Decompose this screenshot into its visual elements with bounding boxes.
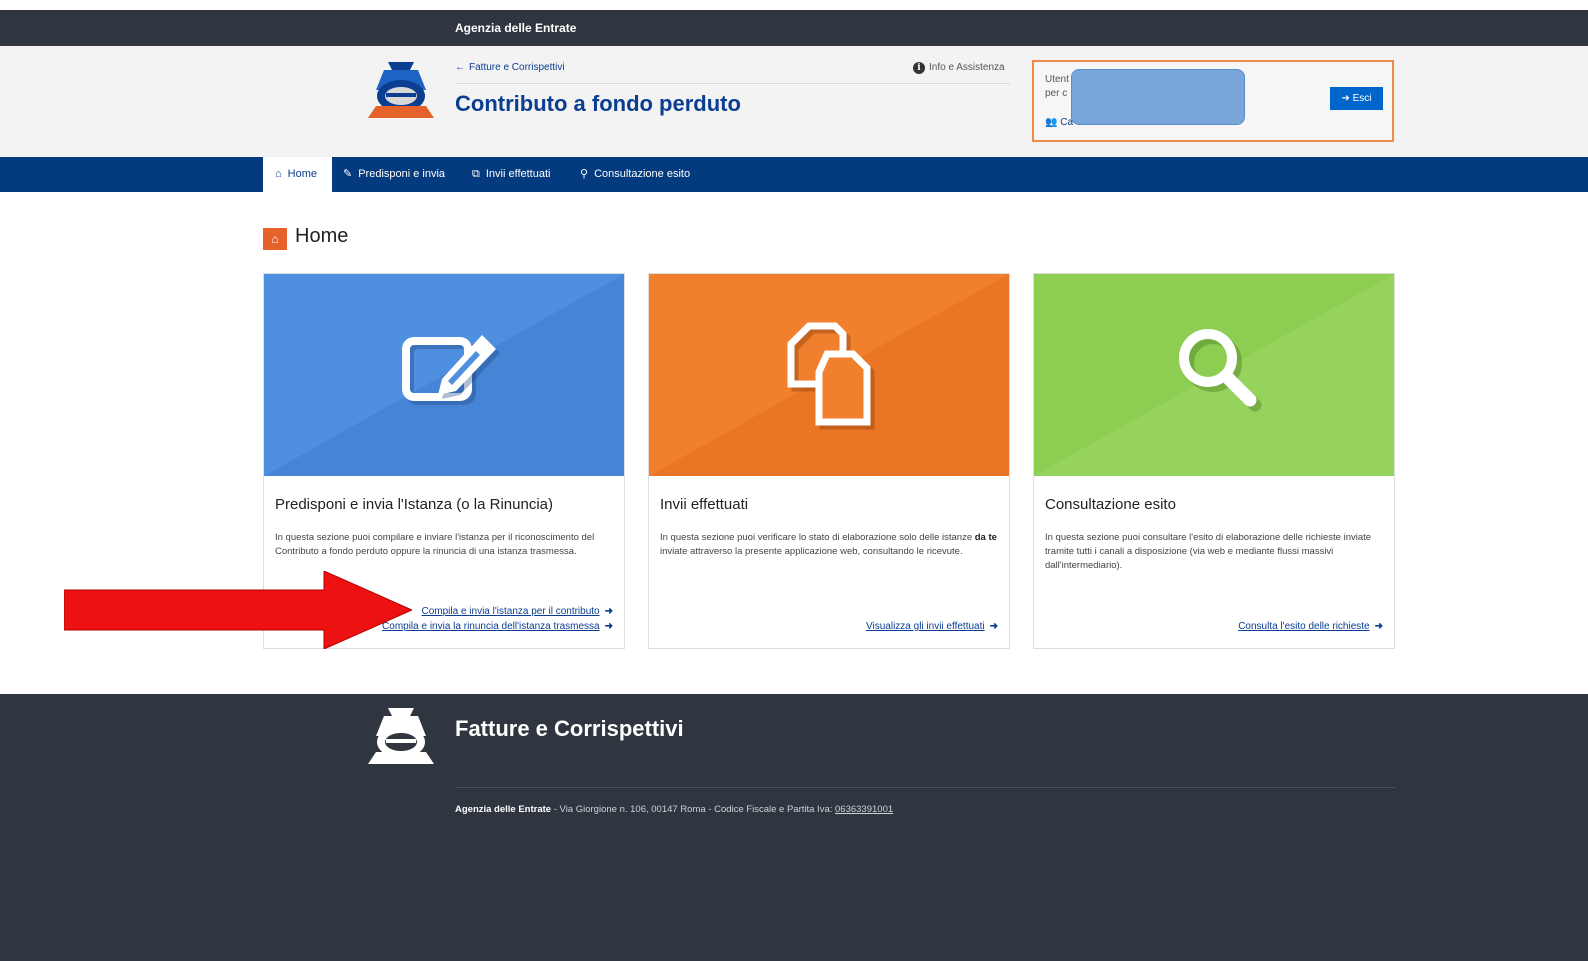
info-icon: i [913, 62, 925, 74]
card-title: Consultazione esito [1045, 496, 1176, 513]
arrow-right-icon: ➜ [604, 606, 613, 617]
edit-icon: ✎ [343, 168, 353, 180]
back-link-fatture[interactable]: ← Fatture e Corrispettivi [455, 62, 565, 73]
link-compila-istanza[interactable]: Compila e invia l'istanza per il contrib… [422, 606, 614, 617]
footer-divider [455, 787, 1395, 788]
card-description: In questa sezione puoi compilare e invia… [275, 532, 595, 557]
card-description: In questa sezione puoi verificare lo sta… [660, 532, 997, 557]
card-title: Invii effettuati [660, 496, 749, 513]
link-compila-rinuncia[interactable]: Compila e invia la rinuncia dell'istanza… [382, 621, 613, 632]
header: ← Fatture e Corrispettivi Contributo a fo… [0, 46, 1588, 157]
card-invii: Invii effettuati In questa sezione puoi … [648, 273, 1010, 649]
agency-name: Agenzia delle Entrate [455, 21, 577, 35]
red-arrow-annotation [63, 570, 414, 650]
card-banner[interactable] [649, 274, 1009, 476]
main-nav: ⌂ Home ✎ Predisponi e invia ⧉ Invii effettu… [0, 157, 1588, 192]
link-consulta-esito[interactable]: Consulta l'esito delle richieste ➜ [1238, 621, 1383, 632]
nav-predisponi[interactable]: ✎ Predisponi e invia [343, 157, 445, 192]
user-box: Utent per c 👥 Ca ➜ Esci [1032, 60, 1394, 142]
agenzia-logo[interactable] [366, 60, 436, 122]
arrow-right-icon: ➜ [989, 621, 998, 632]
page-title: Home [295, 225, 349, 247]
agenzia-logo [366, 706, 436, 768]
app-title: Contributo a fondo perduto [455, 91, 741, 116]
redaction-overlay [1071, 69, 1245, 125]
home-icon: ⌂ [263, 228, 287, 250]
search-icon: ⚲ [580, 168, 589, 180]
header-divider [455, 83, 1010, 84]
user-label: Utent [1045, 74, 1069, 85]
arrow-right-icon: ➜ [604, 621, 613, 632]
nav-consultazione[interactable]: ⚲ Consultazione esito [580, 157, 690, 192]
footer-title: Fatture e Corrispettivi [455, 716, 684, 741]
change-workspace-link[interactable]: 👥 Ca [1045, 117, 1073, 128]
card-description: In questa sezione puoi consultare l'esit… [1045, 532, 1372, 571]
link-visualizza-invii[interactable]: Visualizza gli invii effettuati ➜ [866, 621, 998, 632]
copy-icon: ⧉ [472, 168, 480, 180]
footer: Fatture e Corrispettivi Agenzia delle En… [0, 694, 1588, 961]
top-bar: Agenzia delle Entrate [0, 10, 1588, 46]
footer-address: Agenzia delle Entrate - Via Giorgione n.… [455, 804, 894, 815]
user-sub-label: per c [1045, 88, 1068, 99]
arrow-left-icon: ← [455, 62, 465, 73]
logout-button[interactable]: ➜ Esci [1330, 87, 1383, 110]
card-title: Predisponi e invia l'Istanza (o la Rinun… [275, 496, 554, 513]
arrow-right-icon: ➜ [1374, 621, 1383, 632]
card-consultazione: Consultazione esito In questa sezione pu… [1033, 273, 1395, 649]
card-banner[interactable] [1034, 274, 1394, 476]
card-banner[interactable] [264, 274, 624, 476]
logout-icon: ➜ [1341, 93, 1353, 104]
nav-home[interactable]: ⌂ Home [263, 157, 332, 192]
info-assistenza-link[interactable]: i Info e Assistenza [913, 62, 1005, 74]
nav-invii[interactable]: ⧉ Invii effettuati [472, 157, 550, 192]
home-icon: ⌂ [275, 168, 282, 180]
piva-link[interactable]: 06363391001 [835, 804, 893, 815]
